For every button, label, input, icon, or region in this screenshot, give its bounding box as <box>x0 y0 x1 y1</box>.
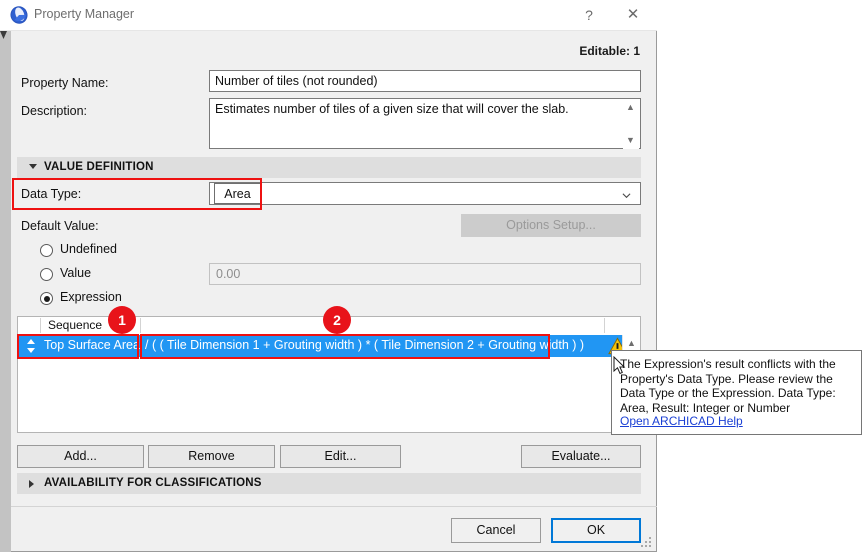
description-input[interactable]: Estimates number of tiles of a given siz… <box>209 98 641 149</box>
scroll-up-icon[interactable]: ▲ <box>626 103 635 112</box>
chevron-down-icon <box>622 193 631 199</box>
drag-handle-icon[interactable] <box>23 338 39 354</box>
column-divider <box>604 318 605 333</box>
warning-tooltip: The Expression's result conflicts with t… <box>611 350 862 435</box>
mouse-cursor-icon <box>613 356 626 375</box>
title-bar: Property Manager ? ✕ <box>0 0 657 31</box>
default-value-input[interactable]: 0.00 <box>209 263 641 285</box>
column-divider <box>40 318 41 333</box>
row-expression-value: / ( ( Tile Dimension 1 + Grouting width … <box>145 338 585 352</box>
default-value-label: Default Value: <box>21 219 99 233</box>
resize-grip-icon[interactable] <box>641 537 652 548</box>
scroll-down-icon[interactable]: ▼ <box>626 136 635 145</box>
data-type-label: Data Type: <box>21 187 82 201</box>
left-rail <box>0 31 11 552</box>
ok-button[interactable]: OK <box>551 518 641 543</box>
property-name-label: Property Name: <box>21 76 109 90</box>
row-sequence-value: Top Surface Area <box>44 338 140 352</box>
annotation-badge-2: 2 <box>323 306 351 334</box>
column-header-sequence: Sequence <box>48 318 103 332</box>
add-button[interactable]: Add... <box>17 445 144 468</box>
data-type-select[interactable] <box>209 182 641 205</box>
editable-count-label: Editable: 1 <box>579 44 640 58</box>
description-text: Estimates number of tiles of a given siz… <box>215 102 569 116</box>
annotation-badge-1: 1 <box>108 306 136 334</box>
radio-value-indicator[interactable] <box>40 268 53 281</box>
data-type-value[interactable]: Area <box>214 183 261 204</box>
section-value-definition[interactable]: VALUE DEFINITION <box>17 157 641 178</box>
section-availability-label: AVAILABILITY FOR CLASSIFICATIONS <box>44 477 262 489</box>
options-setup-button[interactable]: Options Setup... <box>461 214 641 237</box>
scroll-up-icon[interactable]: ▲ <box>627 339 636 348</box>
property-name-input[interactable]: Number of tiles (not rounded) <box>209 70 641 92</box>
chevron-right-icon <box>29 480 34 488</box>
chevron-down-icon <box>29 164 37 169</box>
evaluate-button[interactable]: Evaluate... <box>521 445 641 468</box>
footer-divider <box>11 506 657 507</box>
description-label: Description: <box>21 104 87 118</box>
open-archicad-help-link[interactable]: Open ARCHICAD Help <box>620 414 743 428</box>
radio-undefined-indicator[interactable] <box>40 244 53 257</box>
radio-expression-label: Expression <box>60 290 122 304</box>
radio-expression-indicator[interactable] <box>40 292 53 305</box>
section-availability-for-classifications[interactable]: AVAILABILITY FOR CLASSIFICATIONS <box>17 473 641 494</box>
radio-value-label: Value <box>60 266 92 280</box>
radio-undefined-label: Undefined <box>60 242 117 256</box>
expression-list: Sequence Top Surface Area / ( ( Tile Dim… <box>17 316 641 433</box>
help-button[interactable]: ? <box>567 0 611 30</box>
archicad-app-icon <box>10 6 28 24</box>
close-icon[interactable]: ✕ <box>611 0 655 30</box>
cancel-button[interactable]: Cancel <box>451 518 541 543</box>
property-manager-dialog: Property Manager ? ✕ Editable: 1 Propert… <box>0 0 657 552</box>
edit-button[interactable]: Edit... <box>280 445 401 468</box>
remove-button[interactable]: Remove <box>148 445 275 468</box>
window-title: Property Manager <box>34 7 135 21</box>
rail-collapse-icon[interactable] <box>0 31 7 39</box>
section-value-definition-label: VALUE DEFINITION <box>44 161 154 173</box>
tooltip-message: The Expression's result conflicts with t… <box>620 357 836 415</box>
description-scrollbar[interactable]: ▲ ▼ <box>623 100 639 149</box>
column-divider <box>140 318 141 333</box>
table-row[interactable]: Top Surface Area / ( ( Tile Dimension 1 … <box>18 335 640 357</box>
